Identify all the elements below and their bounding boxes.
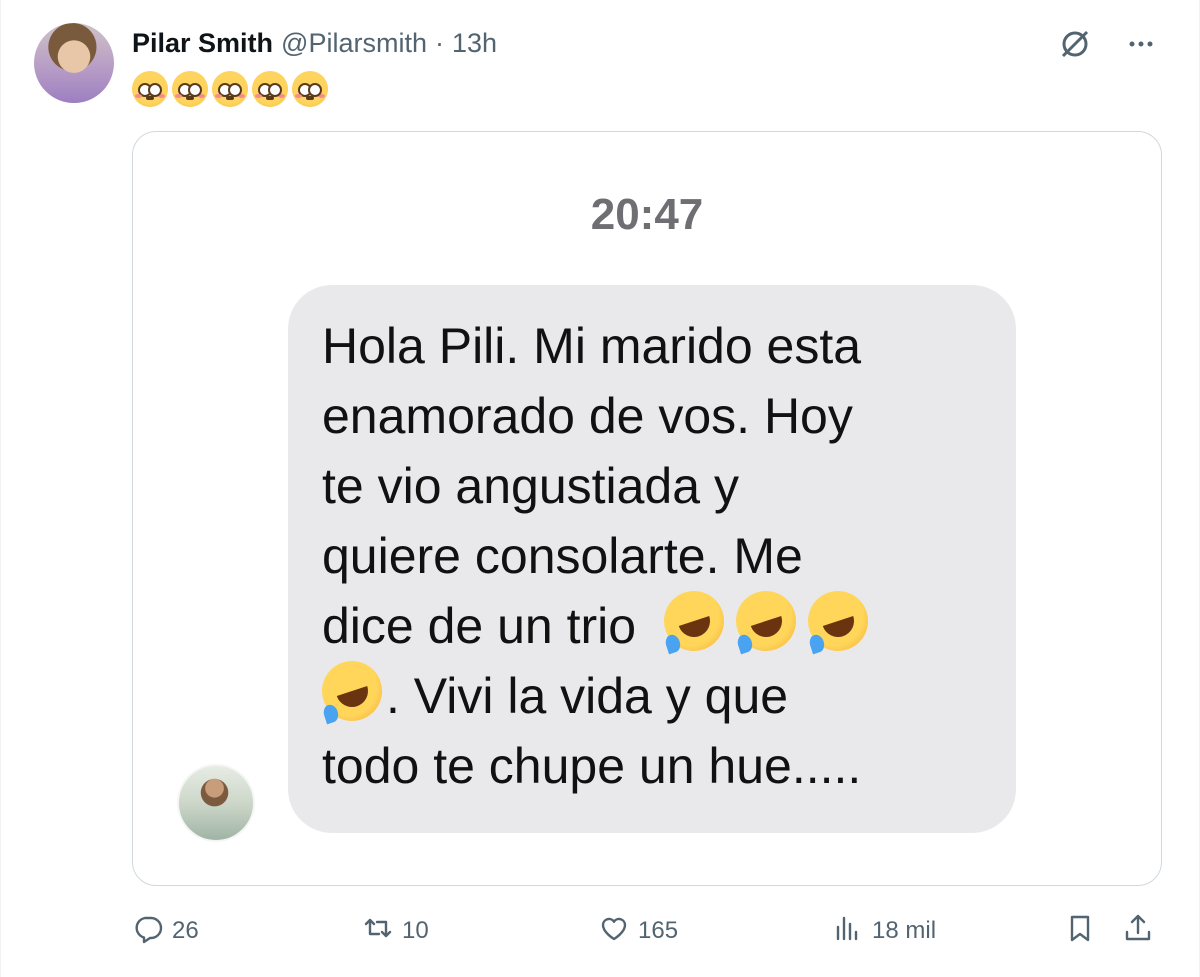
retweet-button[interactable]: 10: [362, 912, 429, 951]
flushed-face-emoji: [252, 70, 288, 107]
tweet-actions: 26 10 165 18 mil: [132, 910, 1162, 952]
message-line: . Vivi la vida y que: [386, 668, 789, 724]
sender-avatar: [177, 764, 255, 842]
grok-icon[interactable]: [1057, 26, 1093, 62]
flushed-face-emoji: [172, 70, 208, 107]
flushed-face-emoji: [292, 70, 328, 107]
more-icon[interactable]: [1123, 26, 1159, 62]
reply-icon: [132, 912, 164, 951]
author-name[interactable]: Pilar Smith: [132, 28, 273, 59]
views-button[interactable]: 18 mil: [832, 912, 936, 951]
tweet-timestamp[interactable]: 13h: [452, 28, 497, 59]
tweet-text: 😳😳😳😳😳: [132, 68, 332, 108]
laughing-emoji: [656, 583, 732, 659]
views-icon: [832, 912, 864, 951]
flushed-face-emoji: [212, 70, 248, 107]
share-icon: [1122, 912, 1154, 951]
laughing-emoji: [314, 653, 390, 729]
retweet-icon: [362, 912, 394, 951]
laughing-emoji: [728, 583, 804, 659]
message-line: quiere consolarte. Me: [322, 528, 803, 584]
message-line: te vio angustiada y: [322, 458, 739, 514]
message-line-with-emojis: dice de un trio: [322, 583, 986, 661]
share-button[interactable]: [1122, 912, 1154, 951]
message-line: todo te chupe un hue.....: [322, 738, 862, 794]
tweet-header: Pilar Smith @Pilarsmith · 13h: [132, 26, 497, 60]
separator-dot: ·: [434, 27, 444, 58]
message-line: Hola Pili. Mi marido esta: [322, 318, 862, 374]
like-count: 165: [638, 917, 679, 944]
views-count: 18 mil: [872, 917, 937, 944]
bookmark-button[interactable]: [1064, 912, 1096, 951]
reply-button[interactable]: 26: [132, 912, 199, 951]
author-avatar[interactable]: [34, 23, 114, 103]
like-button[interactable]: 165: [598, 912, 678, 951]
reply-count: 26: [172, 917, 199, 944]
message-line-with-emoji: . Vivi la vida y que: [314, 653, 986, 731]
flushed-face-emoji: [132, 70, 168, 107]
laughing-emoji: [800, 583, 876, 659]
retweet-count: 10: [402, 917, 429, 944]
message-line: dice de un trio: [322, 598, 637, 654]
tweet-top-actions: [1057, 26, 1159, 62]
bookmark-icon: [1064, 912, 1096, 951]
author-handle[interactable]: @Pilarsmith: [281, 28, 427, 59]
message-bubble: Hola Pili. Mi marido esta enamorado de v…: [288, 285, 1016, 833]
tweet-media-image[interactable]: 20:47 Hola Pili. Mi marido esta enamorad…: [132, 131, 1162, 886]
message-line: enamorado de vos. Hoy: [322, 388, 853, 444]
message-time: 20:47: [590, 190, 704, 239]
like-icon: [598, 912, 630, 951]
tweet: Pilar Smith @Pilarsmith · 13h 😳😳😳😳😳 20:4…: [0, 0, 1200, 977]
